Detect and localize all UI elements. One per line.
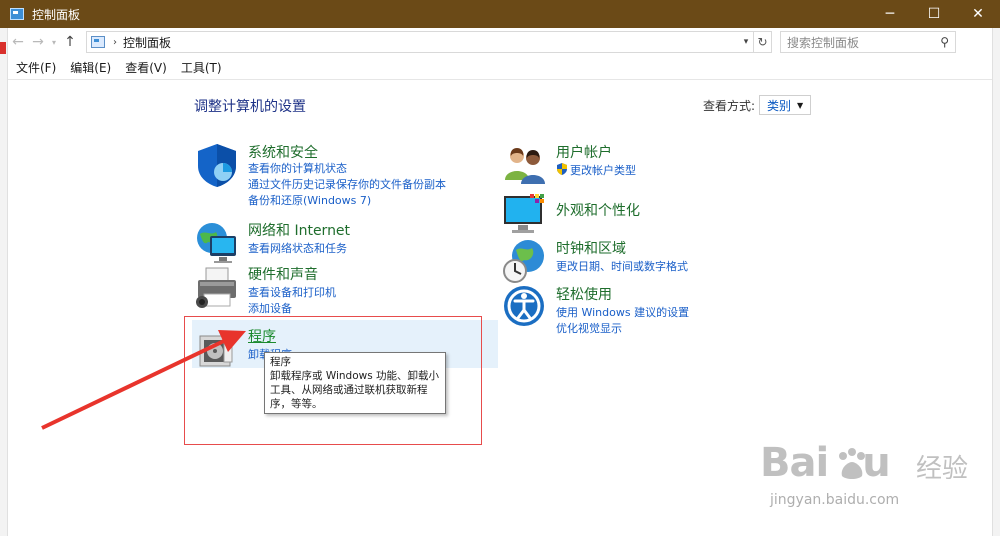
category-title[interactable]: 用户帐户 [556,142,612,162]
desktop-app-icon [0,42,6,54]
chevron-down-icon: ▼ [796,100,804,110]
view-by-value: 类别 [766,98,791,113]
network-globe-icon[interactable] [194,220,240,266]
window-title: 控制面板 [32,7,81,22]
menu-tools[interactable]: 工具(T) [181,59,222,76]
close-button[interactable]: ✕ [956,0,1000,28]
printer-icon[interactable] [194,264,240,310]
refresh-icon[interactable]: ↻ [754,31,772,53]
search-placeholder: 搜索控制面板 [787,35,860,50]
uac-shield-icon [556,163,568,175]
desktop-left-edge [0,28,8,536]
tooltip-title: 程序 [270,356,291,368]
desktop-right-edge [992,28,1000,536]
back-arrow-icon[interactable]: ← [8,32,28,52]
monitor-palette-icon[interactable] [502,192,548,238]
control-panel-breadcrumb-icon [91,36,105,48]
link-view-computer-status[interactable]: 查看你的计算机状态 [248,160,347,176]
control-panel-icon [10,8,24,20]
minimize-button[interactable]: ─ [868,0,912,28]
address-row: ← → ▾ ↑ › 控制面板 ▾ ↻ 搜索控制面板 ⚲ [8,28,992,56]
view-by-select[interactable]: 类别 ▼ [759,95,812,115]
baidu-watermark: Bai u 经验 jingyan.baidu.com [760,440,992,520]
menu-bar: 文件(F) 编辑(E) 查看(V) 工具(T) [8,56,992,80]
address-bar[interactable]: › 控制面板 ▾ [86,31,754,53]
recent-locations-chevron-icon[interactable]: ▾ [48,32,60,52]
watermark-url: jingyan.baidu.com [770,492,900,508]
forward-arrow-icon[interactable]: → [28,32,48,52]
link-windows-recommended-settings[interactable]: 使用 Windows 建议的设置 [556,304,689,320]
maximize-button[interactable]: ☐ [912,0,956,28]
link-network-status[interactable]: 查看网络状态和任务 [248,240,347,256]
link-change-date-time-format[interactable]: 更改日期、时间或数字格式 [556,258,688,274]
link-backup-restore[interactable]: 备份和还原(Windows 7) [248,192,371,208]
category-title[interactable]: 硬件和声音 [248,264,318,284]
watermark-cn: 经验 [916,454,969,484]
search-input[interactable]: 搜索控制面板 ⚲ [780,31,956,53]
link-change-account-type[interactable]: 更改帐户类型 [570,162,636,178]
link-file-history[interactable]: 通过文件历史记录保存你的文件备份副本 [248,176,446,192]
category-title[interactable]: 时钟和区域 [556,238,626,258]
watermark-logo: Bai u [760,440,891,486]
category-user-accounts: 用户帐户 更改帐户类型 [502,142,802,184]
link-optimize-visual-display[interactable]: 优化视觉显示 [556,320,622,336]
menu-view[interactable]: 查看(V) [125,59,167,76]
breadcrumb-control-panel[interactable]: 控制面板 [123,34,171,51]
category-title[interactable]: 系统和安全 [248,142,318,162]
link-add-device[interactable]: 添加设备 [248,300,292,316]
category-title[interactable]: 网络和 Internet [248,220,350,240]
shield-icon[interactable] [194,142,240,188]
link-devices-printers[interactable]: 查看设备和打印机 [248,284,336,300]
paw-icon [839,448,865,479]
ease-of-access-icon[interactable] [502,284,548,330]
users-icon[interactable] [502,142,548,188]
page-title: 调整计算机的设置 [194,99,306,115]
category-title[interactable]: 轻松使用 [556,284,612,304]
category-system-security: 系统和安全 查看你的计算机状态 通过文件历史记录保存你的文件备份副本 备份和还原… [194,142,494,208]
breadcrumb-chevron-icon[interactable]: › [113,37,117,48]
menu-file[interactable]: 文件(F) [16,59,56,76]
tooltip-body: 卸载程序或 Windows 功能、卸载小工具、从网络或通过联机获取新程序，等等。 [270,370,440,410]
window-controls: ─ ☐ ✕ [868,0,1000,28]
address-dropdown-chevron-icon[interactable]: ▾ [739,37,753,47]
search-icon[interactable]: ⚲ [940,35,949,49]
category-title[interactable]: 外观和个性化 [556,200,640,220]
category-ease-of-access: 轻松使用 使用 Windows 建议的设置 优化视觉显示 [502,284,802,336]
menu-edit[interactable]: 编辑(E) [70,59,111,76]
view-by: 查看方式: 类别 ▼ [703,95,812,115]
view-by-label: 查看方式: [703,98,756,113]
title-bar: 控制面板 ─ ☐ ✕ [0,0,1000,28]
category-clock-region: 时钟和区域 更改日期、时间或数字格式 [502,238,802,283]
category-appearance: 外观和个性化 [502,192,802,233]
category-hardware-sound: 硬件和声音 查看设备和打印机 添加设备 [194,264,494,316]
clock-globe-icon[interactable] [502,238,548,284]
category-network-internet: 网络和 Internet 查看网络状态和任务 [194,220,494,263]
programs-tooltip: 程序 卸载程序或 Windows 功能、卸载小工具、从网络或通过联机获取新程序，… [264,352,446,414]
up-arrow-icon[interactable]: ↑ [60,32,80,52]
